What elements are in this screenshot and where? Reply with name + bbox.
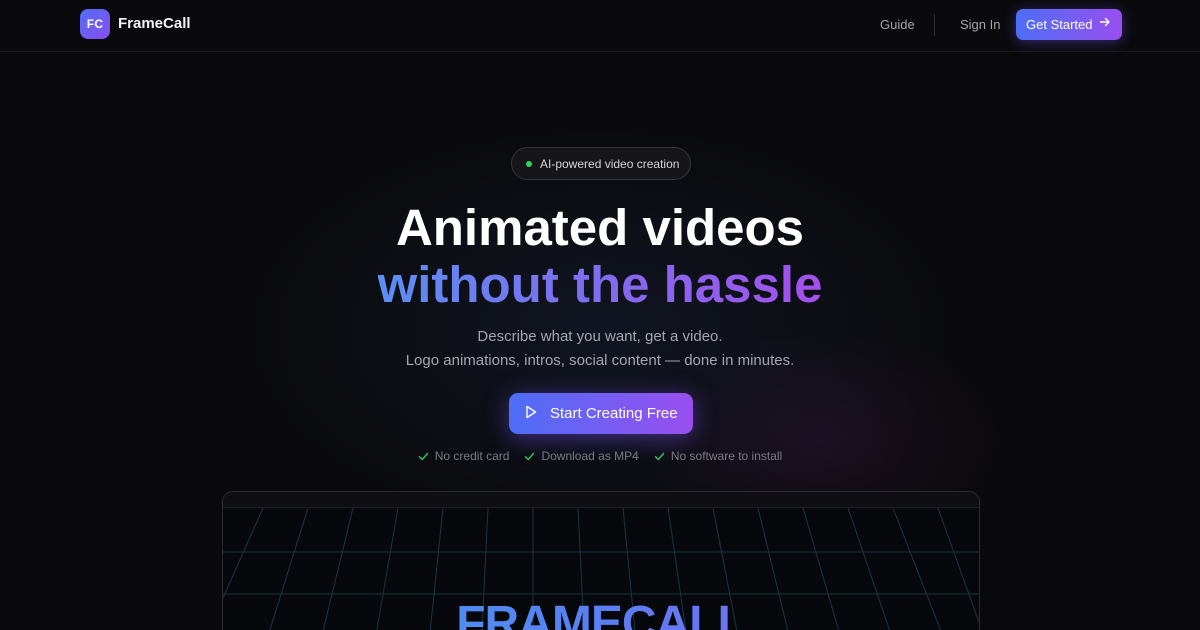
brand-name[interactable]: FrameCall	[118, 15, 191, 32]
nav-link-guide[interactable]: Guide	[880, 17, 915, 32]
check-item: No credit card	[418, 449, 510, 463]
get-started-label: Get Started	[1026, 17, 1093, 32]
checkmark-icon	[418, 452, 428, 460]
check-label: No credit card	[434, 449, 510, 463]
check-item: Download as MP4	[524, 449, 639, 463]
arrow-right-icon	[1099, 16, 1111, 31]
check-label: No software to install	[670, 449, 783, 463]
feature-checklist: No credit card Download as MP4 No softwa…	[0, 449, 1200, 463]
checkmark-icon	[654, 452, 665, 460]
preview-logo-text: FRAMECALL	[223, 596, 979, 630]
ai-badge-pill: AI-powered video creation	[511, 147, 691, 180]
subheadline-line-1: Describe what you want, get a video.	[477, 328, 723, 345]
start-creating-button[interactable]: Start Creating Free	[509, 393, 693, 434]
check-item: No software to install	[654, 449, 782, 463]
nav-divider	[934, 14, 935, 36]
logo-badge[interactable]: FC	[80, 9, 110, 39]
headline-line-1: Animated videos	[395, 199, 805, 256]
subheadline-line-2: Logo animations, intros, social content …	[405, 352, 795, 369]
nav-link-sign-in[interactable]: Sign In	[960, 17, 1000, 32]
top-nav: FC FrameCall Guide Sign In Get Started	[0, 0, 1200, 52]
pill-label: AI-powered video creation	[540, 156, 680, 171]
check-label: Download as MP4	[541, 449, 639, 463]
play-icon	[525, 405, 537, 419]
video-preview-frame[interactable]: FRAMECALL	[222, 491, 980, 630]
status-dot-icon	[526, 160, 532, 167]
preview-topbar	[223, 492, 979, 508]
checkmark-icon	[525, 452, 535, 460]
get-started-button[interactable]: Get Started	[1016, 9, 1122, 40]
start-creating-label: Start Creating Free	[550, 405, 678, 422]
headline-line-2: without the hassle	[0, 255, 1200, 315]
headline-gradient-text: without the hassle	[377, 256, 823, 313]
